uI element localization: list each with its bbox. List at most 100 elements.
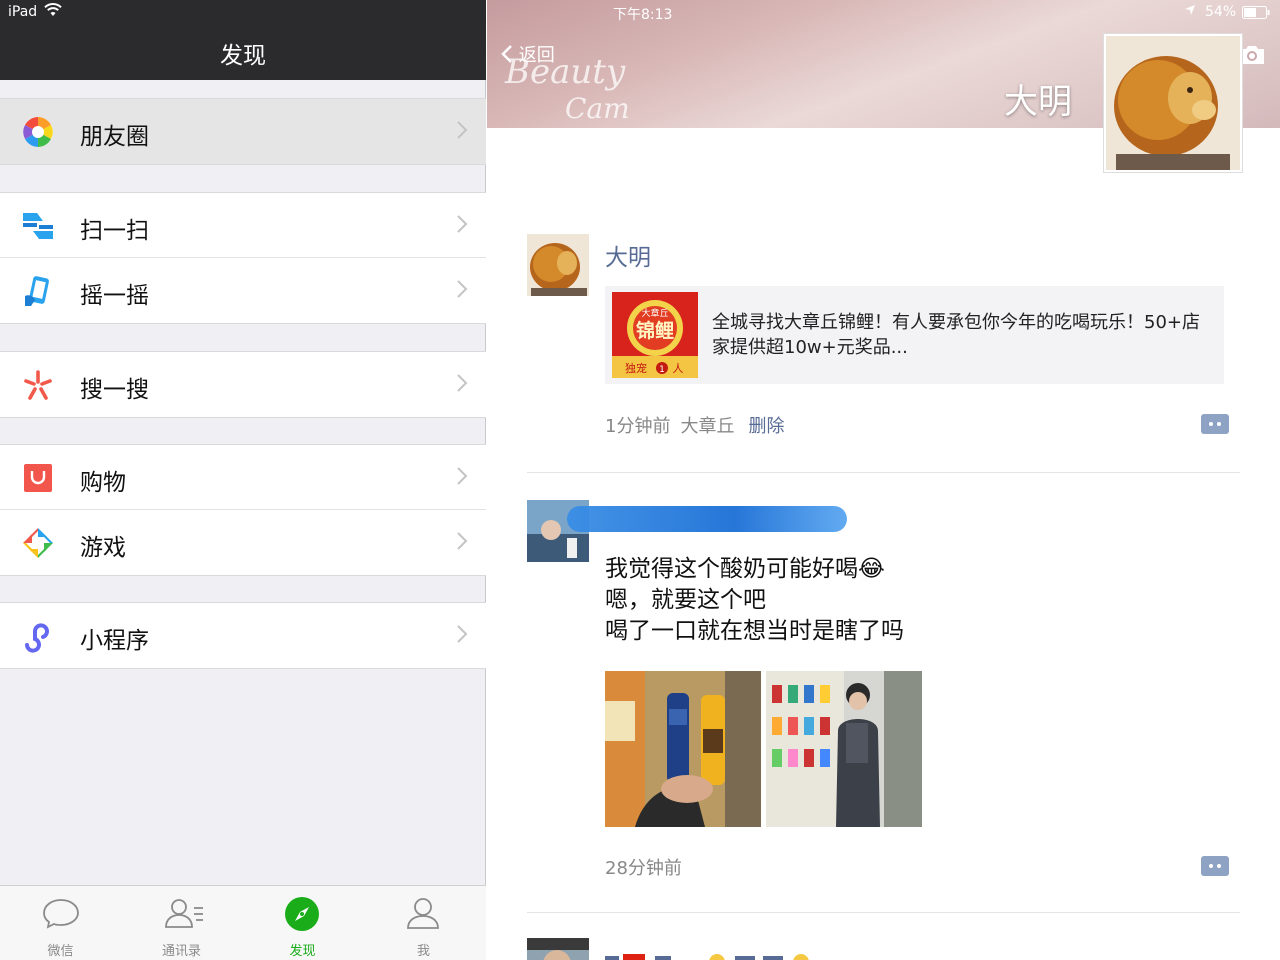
- tab-contacts[interactable]: 通讯录: [121, 886, 242, 960]
- supermarket-photo: [766, 671, 922, 827]
- chevron-right-icon: [457, 280, 468, 298]
- tab-chats[interactable]: 微信: [0, 886, 121, 960]
- contacts-icon: [165, 899, 203, 928]
- menu-item-shopping[interactable]: 购物: [0, 445, 486, 510]
- thumb-text: 1: [659, 365, 665, 375]
- back-label: 返回: [518, 45, 555, 66]
- battery-icon: [1242, 6, 1270, 23]
- page-title: 发现: [220, 43, 266, 69]
- compass-icon: [285, 897, 319, 931]
- menu-item-scan[interactable]: 扫一扫: [0, 193, 486, 258]
- menu-group-search: 搜一搜: [0, 351, 486, 418]
- post-meta: 28分钟前: [605, 854, 682, 880]
- comment-like-button[interactable]: [1201, 856, 1229, 876]
- status-time: 下午8:13: [613, 7, 673, 23]
- chevron-right-icon: [457, 215, 468, 233]
- avatar[interactable]: [527, 234, 589, 296]
- location-arrow-icon: [1184, 4, 1196, 20]
- menu-group-shopping: 购物 游戏: [0, 444, 486, 576]
- menu-item-search[interactable]: 搜一搜: [0, 352, 486, 417]
- tab-me[interactable]: 我: [363, 886, 484, 960]
- post-author[interactable]: 大明: [605, 238, 651, 272]
- shopping-icon: [21, 461, 55, 495]
- post-text: 我觉得这个酸奶可能好喝😂 嗯，就要这个吧 喝了一口就在想当时是瞎了吗: [605, 554, 904, 647]
- games-icon: [21, 526, 55, 560]
- avatar[interactable]: [527, 938, 589, 960]
- avatar-image: [527, 938, 589, 960]
- profile-icon: [407, 898, 439, 929]
- divider: [527, 912, 1240, 913]
- menu-label: 购物: [80, 470, 126, 496]
- profile-name: 大明: [1004, 82, 1072, 122]
- moments-panel: Beauty Cam 下午8:13 54% 返回 大明 大明 大章丘 锦鲤 独宠…: [487, 0, 1280, 960]
- lion-avatar-image: [527, 234, 589, 296]
- shared-link-card[interactable]: 大章丘 锦鲤 独宠 1 人 全城寻找大章丘锦鲤！有人要承包你今年的吃喝玩乐！50…: [605, 286, 1224, 384]
- carrier-label: iPad: [8, 4, 38, 20]
- chat-icon: [43, 899, 79, 929]
- menu-label: 游戏: [80, 535, 126, 561]
- discover-panel: iPad 发现 朋友圈 扫一扫 摇一摇 搜一搜 购物 游戏 小程序 微信 通讯录…: [0, 0, 486, 960]
- tab-label: 发现: [289, 944, 316, 959]
- moment-post: [527, 938, 1241, 960]
- post-line: 我觉得这个酸奶可能好喝😂: [605, 556, 885, 582]
- menu-label: 小程序: [80, 628, 149, 654]
- chevron-left-icon: [501, 45, 512, 63]
- chevron-right-icon: [457, 532, 468, 550]
- thumb-text: 大章丘: [641, 307, 668, 319]
- post-photo[interactable]: [605, 671, 761, 827]
- search-icon: [21, 368, 55, 402]
- post-photo[interactable]: [766, 671, 922, 827]
- chevron-right-icon: [457, 121, 468, 139]
- link-thumbnail: 大章丘 锦鲤 独宠 1 人: [612, 292, 698, 378]
- status-bar-left: iPad: [0, 0, 486, 24]
- profile-avatar[interactable]: [1103, 33, 1243, 173]
- post-location[interactable]: 大章丘: [680, 416, 734, 437]
- shake-icon: [21, 274, 55, 308]
- tab-label: 我: [416, 944, 430, 959]
- menu-group-mini-program: 小程序: [0, 602, 486, 669]
- comment-like-button[interactable]: [1201, 414, 1229, 434]
- truncated-author-name: [605, 954, 809, 960]
- moments-icon: [21, 115, 55, 149]
- cover-watermark: Cam: [565, 92, 630, 125]
- battery-percent: 54%: [1205, 4, 1237, 20]
- menu-item-shake[interactable]: 摇一摇: [0, 258, 486, 323]
- tab-discover[interactable]: 发现: [242, 886, 363, 960]
- menu-group-scan: 扫一扫 摇一摇: [0, 192, 486, 324]
- menu-item-moments[interactable]: 朋友圈: [0, 99, 486, 164]
- tab-label: 微信: [47, 944, 74, 959]
- menu-item-mini-program[interactable]: 小程序: [0, 603, 486, 668]
- link-title: 全城寻找大章丘锦鲤！有人要承包你今年的吃喝玩乐！50+店家提供超10w+元奖品.…: [712, 312, 1200, 358]
- post-meta: 1分钟前 大章丘 删除: [605, 412, 784, 438]
- post-line: 喝了一口就在想当时是瞎了吗: [605, 618, 904, 644]
- moment-post: 大明 大章丘 锦鲤 独宠 1 人 全城寻找大章丘锦鲤！有人要承包你今年的吃喝玩乐…: [527, 234, 1241, 444]
- tab-label: 通讯录: [161, 944, 201, 959]
- thumb-text: 人: [673, 362, 684, 375]
- wifi-icon: [44, 3, 62, 21]
- redacted-name: [567, 506, 847, 532]
- mini-program-icon: [21, 619, 55, 653]
- chevron-right-icon: [457, 467, 468, 485]
- yogurt-bottles-photo: [605, 671, 761, 827]
- moment-post: 我觉得这个酸奶可能好喝😂 嗯，就要这个吧 喝了一口就在想当时是瞎了吗 28分钟前: [527, 500, 1241, 890]
- menu-item-games[interactable]: 游戏: [0, 510, 486, 575]
- delete-button[interactable]: 删除: [748, 416, 784, 437]
- menu-label: 搜一搜: [80, 377, 149, 403]
- menu-label: 扫一扫: [80, 218, 149, 244]
- nav-bar: iPad 发现: [0, 0, 486, 80]
- thumb-text: 锦鲤: [636, 319, 674, 342]
- menu-group-moments: 朋友圈: [0, 98, 486, 165]
- post-time: 28分钟前: [605, 858, 682, 879]
- divider: [527, 472, 1240, 473]
- chevron-right-icon: [457, 374, 468, 392]
- post-line: 嗯，就要这个吧: [605, 587, 766, 613]
- chevron-right-icon: [457, 625, 468, 643]
- lion-avatar-image: [1106, 36, 1240, 170]
- thumb-text: 独宠: [625, 361, 647, 375]
- tab-bar: 微信 通讯录 发现 我: [0, 885, 486, 960]
- scan-icon: [21, 209, 55, 243]
- menu-label: 朋友圈: [80, 124, 149, 150]
- post-time: 1分钟前: [605, 416, 671, 437]
- back-button[interactable]: 返回: [501, 41, 555, 67]
- menu-label: 摇一摇: [80, 283, 149, 309]
